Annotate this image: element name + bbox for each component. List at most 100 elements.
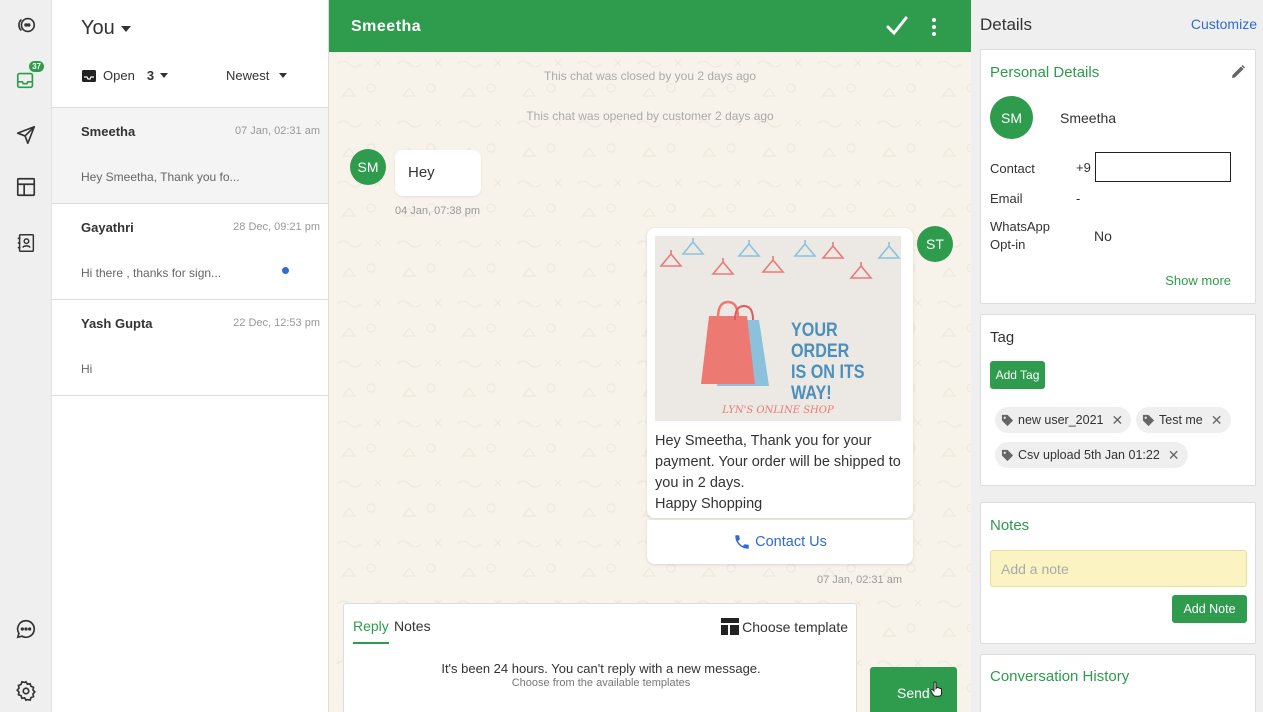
contact-label: Contact (990, 161, 1035, 176)
notes-card: Notes Add Note (980, 502, 1256, 644)
resolve-check-icon[interactable] (885, 14, 909, 38)
logo-icon[interactable] (13, 12, 39, 38)
email-value: - (1076, 191, 1081, 206)
phone-icon (735, 535, 749, 549)
outgoing-template-message: YOUR ORDER IS ON ITS WAY! LYN'S ONLINE S… (647, 228, 913, 518)
settings-gear-icon[interactable] (13, 678, 39, 704)
tag-label: Csv upload 5th Jan 01:22 (1018, 448, 1160, 462)
list-header: You Open 3 Newest (52, 0, 328, 108)
whatsapp-optin-label: WhatsApp (990, 219, 1050, 234)
show-more-link[interactable]: Show more (1165, 273, 1231, 288)
remove-tag-icon[interactable]: ✕ (1211, 412, 1223, 429)
edit-pencil-icon[interactable] (1230, 64, 1246, 80)
chat-header: Smeetha (329, 0, 971, 52)
conversation-time: 07 Jan, 02:31 am (234, 125, 320, 137)
conversation-name: Yash Gupta (81, 316, 153, 331)
outgoing-message-body: Hey Smeetha, Thank you for your payment.… (655, 433, 901, 512)
remove-tag-icon[interactable]: ✕ (1168, 447, 1180, 464)
conversation-item[interactable]: Gayathri 28 Dec, 09:21 pm Hi there , tha… (52, 204, 328, 300)
contacts-icon[interactable] (13, 230, 39, 256)
tag-label: new user_2021 (1018, 413, 1104, 427)
tab-reply[interactable]: Reply (353, 618, 389, 644)
contact-us-label: Contact Us (755, 534, 827, 550)
conversation-history-heading: Conversation History (990, 668, 1130, 685)
templates-layout-icon[interactable] (13, 174, 39, 200)
whatsapp-optin-label: Opt-in (990, 237, 1026, 252)
hand-cursor-icon (930, 681, 942, 697)
tab-notes[interactable]: Notes (394, 618, 431, 634)
promo-headline-line: YOUR ORDER (791, 320, 850, 362)
tag-chip: Test me ✕ (1136, 407, 1231, 433)
system-message-closed: This chat was closed by you 2 days ago (543, 69, 757, 83)
chevron-down-icon (279, 73, 288, 78)
owner-label: You (81, 17, 115, 39)
reply-blocked-hint: Choose from the available templates (511, 677, 691, 689)
sort-dropdown[interactable]: Newest (226, 68, 288, 83)
customize-link[interactable]: Customize (1191, 16, 1257, 32)
chat-bubble-icon[interactable] (13, 616, 39, 642)
unread-dot (282, 267, 289, 274)
tag-icon (1001, 449, 1014, 461)
owner-dropdown[interactable]: You (81, 17, 131, 40)
choose-template-label: Choose template (742, 618, 848, 635)
tag-icon (1001, 414, 1014, 426)
contact-value: +9 (1076, 160, 1091, 175)
conversation-list-panel: You Open 3 Newest Smeetha 07 Jan, 02:31 … (52, 0, 329, 712)
promo-headline-line: IS ON ITS (791, 362, 865, 383)
status-filter-label: Open (103, 68, 135, 83)
contact-name: Smeetha (1060, 110, 1117, 126)
personal-details-heading: Personal Details (990, 64, 1100, 81)
inbox-icon[interactable]: 37 (13, 61, 44, 93)
conversation-history-card: Conversation History (980, 654, 1256, 712)
inbox-count-badge: 37 (29, 61, 44, 72)
add-note-input[interactable] (990, 550, 1247, 587)
details-title: Details (980, 15, 1032, 34)
system-message-opened: This chat was opened by customer 2 days … (526, 109, 774, 123)
conversation-name: Smeetha (81, 124, 136, 139)
chevron-down-icon (160, 73, 169, 78)
conversation-snippet: Hey Smeetha, Thank you fo... (81, 170, 240, 184)
promo-headline-line: WAY! (791, 383, 832, 404)
chat-panel: Smeetha This chat was closed by you 2 da… (329, 0, 971, 712)
tag-heading: Tag (990, 329, 1015, 346)
conversation-name: Gayathri (81, 220, 134, 235)
agent-avatar: ST (917, 226, 953, 262)
reply-composer: Reply Notes Choose template It's been 24… (343, 603, 857, 712)
send-button[interactable]: Send (870, 667, 957, 712)
email-label: Email (990, 191, 1023, 206)
tag-chip: Csv upload 5th Jan 01:22 ✕ (995, 442, 1188, 468)
chevron-down-icon (120, 25, 131, 32)
conversation-time: 28 Dec, 09:21 pm (233, 221, 320, 233)
reply-blocked-message: It's been 24 hours. You can't reply with… (441, 661, 761, 676)
details-panel: Details Customize Personal Details SM Sm… (971, 0, 1263, 712)
conversation-snippet: Hi there , thanks for sign... (81, 266, 222, 280)
status-count: 3 (146, 68, 155, 83)
choose-template-button[interactable]: Choose template (721, 618, 848, 635)
sort-label: Newest (226, 68, 270, 83)
chat-contact-name: Smeetha (351, 18, 422, 35)
tag-card: Tag Add Tag new user_2021 ✕ Test me ✕ Cs… (980, 314, 1256, 486)
contact-avatar: SM (990, 96, 1033, 139)
customer-avatar: SM (350, 149, 386, 185)
tag-chip: new user_2021 ✕ (995, 407, 1132, 433)
conversation-time: 22 Dec, 12:53 pm (233, 317, 320, 329)
conversation-item[interactable]: Smeetha 07 Jan, 02:31 am Hey Smeetha, Th… (52, 108, 328, 204)
more-vertical-icon[interactable] (927, 16, 941, 38)
add-note-button[interactable]: Add Note (1172, 595, 1247, 623)
promo-image: YOUR ORDER IS ON ITS WAY! LYN'S ONLINE S… (655, 236, 901, 421)
incoming-message: Hey (395, 150, 481, 196)
broadcast-send-icon[interactable] (13, 122, 39, 148)
status-filter-dropdown[interactable]: Open 3 (81, 68, 169, 83)
tag-label: Test me (1159, 413, 1203, 427)
contact-us-button[interactable]: Contact Us (647, 520, 913, 564)
remove-tag-icon[interactable]: ✕ (1111, 412, 1123, 429)
tag-icon (1142, 414, 1155, 426)
icon-rail: 37 (0, 0, 52, 712)
personal-details-card: Personal Details SM Smeetha Contact +9 E… (980, 49, 1256, 304)
conversation-item[interactable]: Yash Gupta 22 Dec, 12:53 pm Hi (52, 300, 328, 396)
add-tag-button[interactable]: Add Tag (990, 361, 1045, 389)
conversation-snippet: Hi (81, 362, 93, 376)
incoming-timestamp: 04 Jan, 07:38 pm (395, 205, 481, 217)
template-layout-icon (721, 618, 740, 635)
whatsapp-optin-value: No (1094, 228, 1112, 244)
